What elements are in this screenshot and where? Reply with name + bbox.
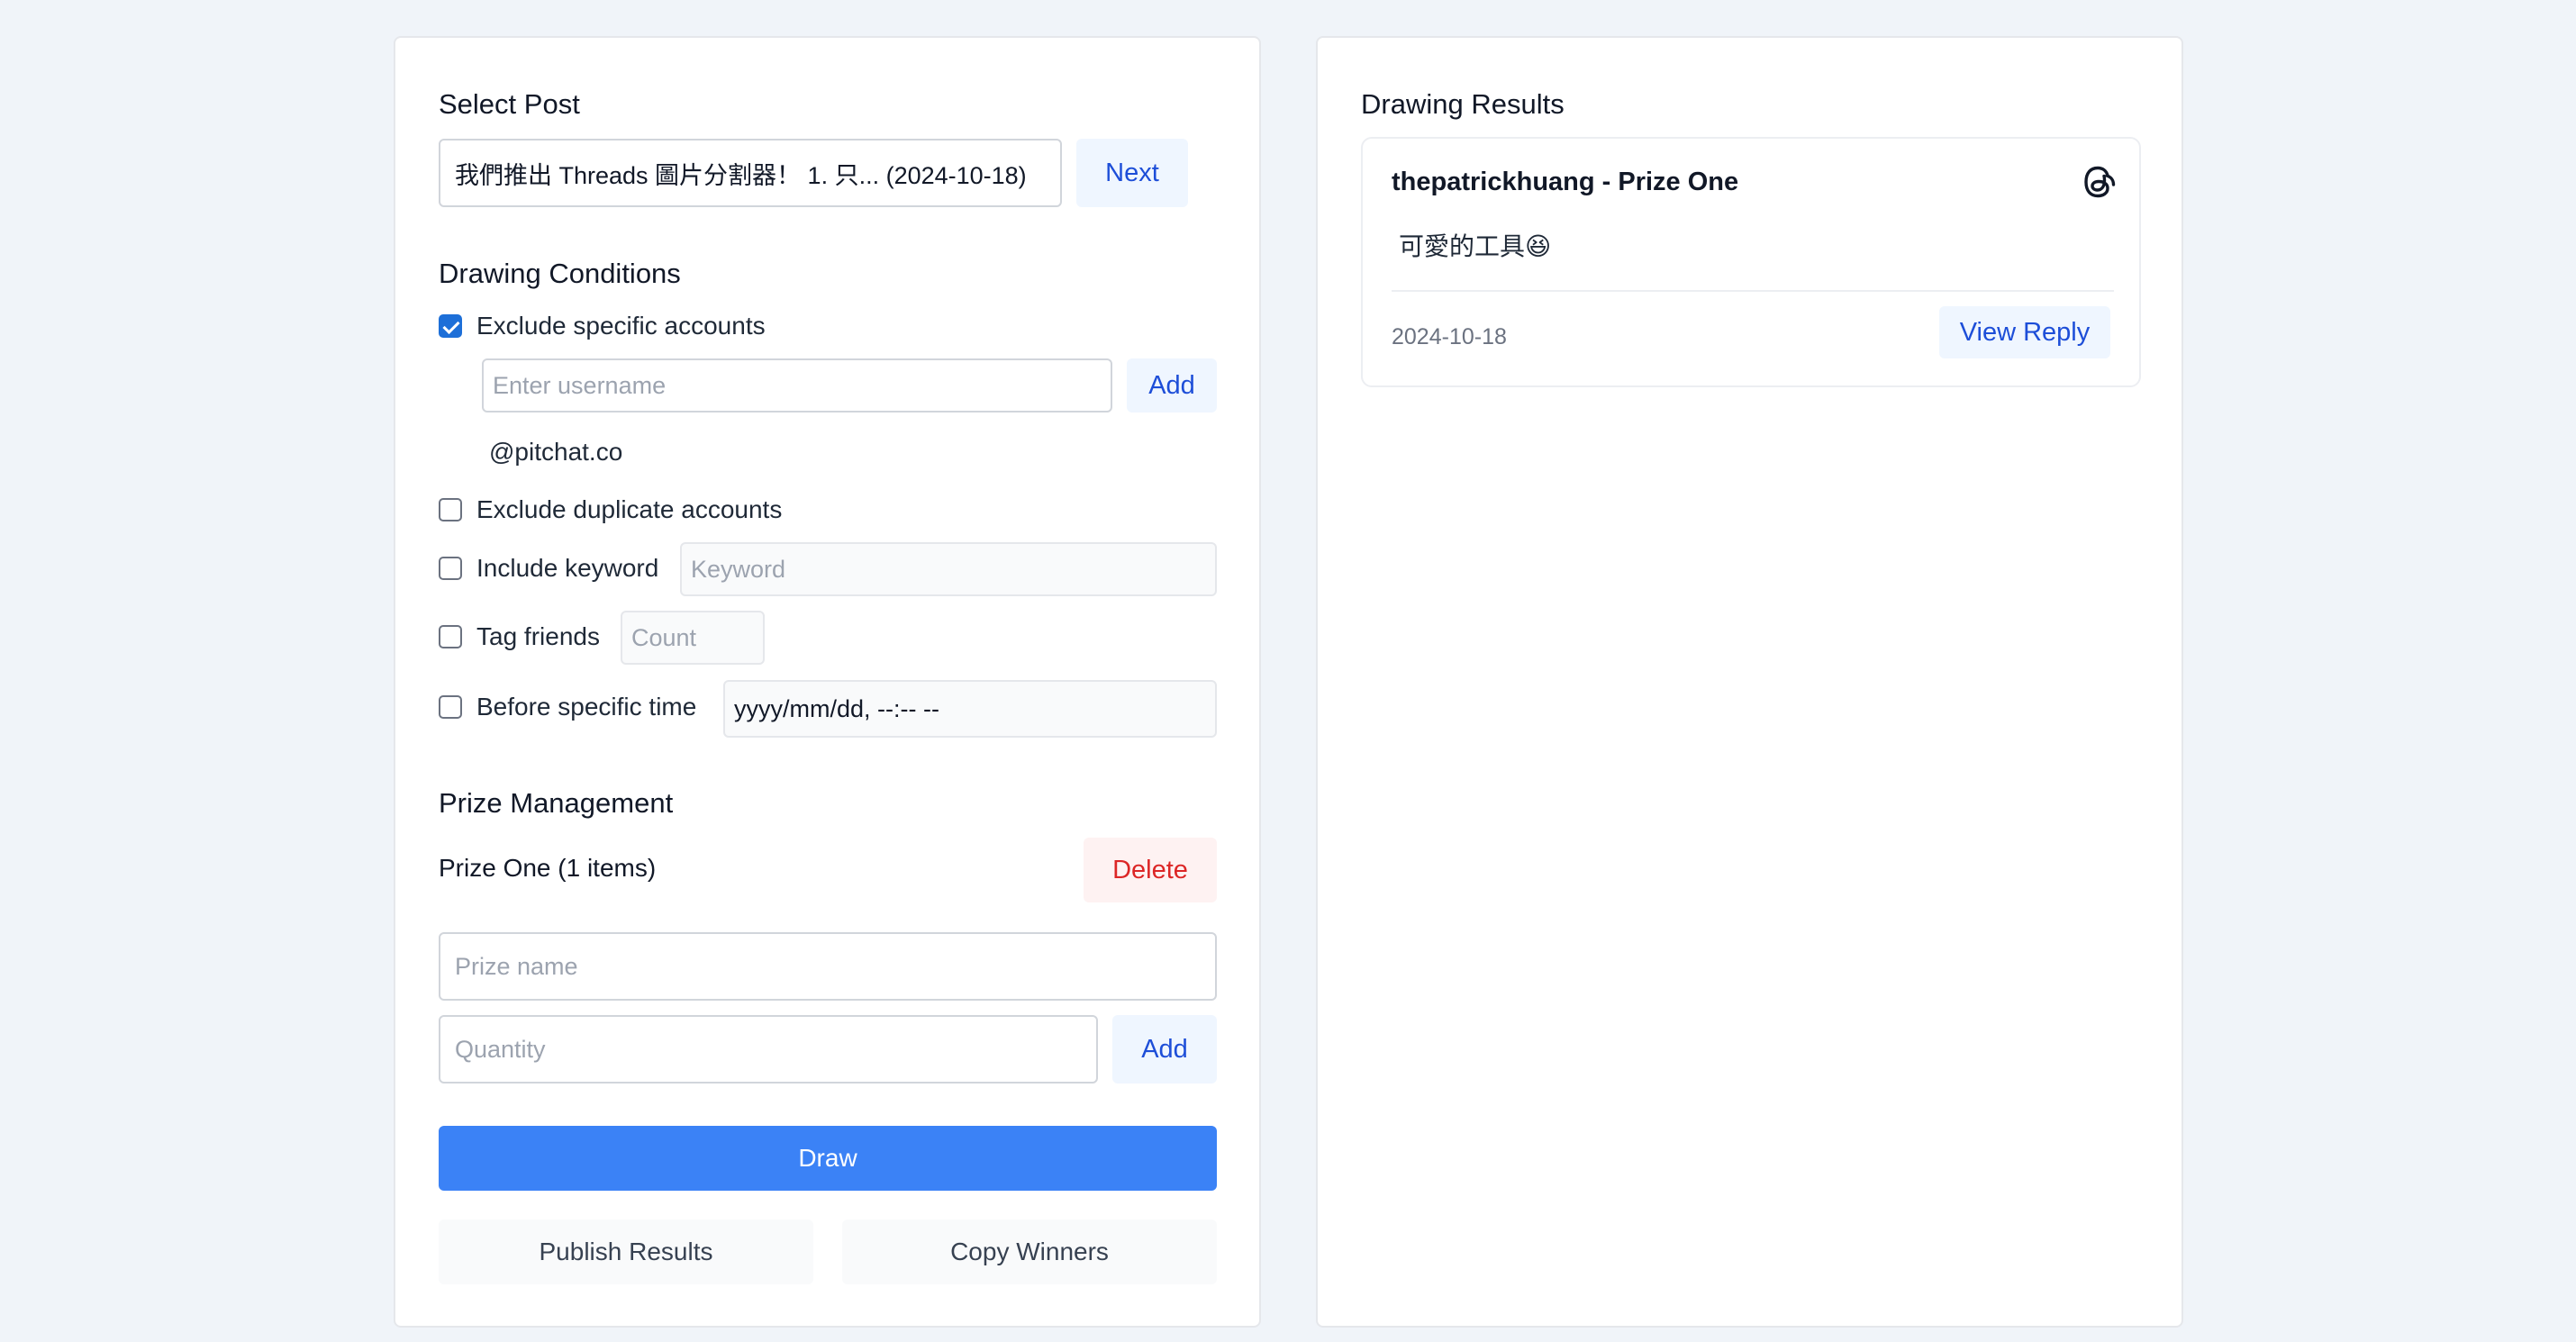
excluded-account-item: @pitchat.co <box>489 438 623 466</box>
quantity-input[interactable] <box>439 1015 1098 1084</box>
add-prize-button[interactable]: Add <box>1112 1015 1217 1084</box>
winner-card: thepatrickhuang - Prize One 可愛的工具😆 2024-… <box>1361 137 2141 387</box>
threads-icon[interactable] <box>2080 160 2119 204</box>
draw-button[interactable]: Draw <box>439 1126 1217 1191</box>
drawing-results-heading: Drawing Results <box>1361 88 1565 120</box>
drawing-conditions-heading: Drawing Conditions <box>439 258 681 289</box>
prize-management-heading: Prize Management <box>439 787 674 819</box>
select-post-heading: Select Post <box>439 88 580 120</box>
delete-prize-button[interactable]: Delete <box>1084 838 1217 902</box>
post-select[interactable] <box>439 139 1062 207</box>
tag-friends-checkbox[interactable] <box>439 625 462 648</box>
include-keyword-checkbox[interactable] <box>439 557 462 580</box>
exclude-duplicate-label: Exclude duplicate accounts <box>476 495 783 523</box>
username-input[interactable] <box>482 358 1112 413</box>
copy-winners-button[interactable]: Copy Winners <box>842 1220 1217 1284</box>
exclude-specific-checkbox[interactable] <box>439 314 462 338</box>
exclude-duplicate-checkbox[interactable] <box>439 498 462 521</box>
prize-name-input[interactable] <box>439 932 1217 1001</box>
drawing-results-panel: Drawing Results thepatrickhuang - Prize … <box>1316 36 2183 1328</box>
before-time-checkbox[interactable] <box>439 695 462 719</box>
prize-item-label: Prize One (1 items) <box>439 854 657 882</box>
next-button[interactable]: Next <box>1076 139 1188 207</box>
keyword-input[interactable] <box>680 542 1217 596</box>
tag-count-input[interactable] <box>621 611 765 665</box>
publish-results-button[interactable]: Publish Results <box>439 1220 813 1284</box>
before-time-label: Before specific time <box>476 693 697 721</box>
drawing-settings-panel: Select Post Next Drawing Conditions Excl… <box>394 36 1261 1328</box>
datetime-input[interactable] <box>723 680 1217 738</box>
exclude-specific-label: Exclude specific accounts <box>476 312 766 340</box>
include-keyword-label: Include keyword <box>476 554 659 582</box>
winner-title: thepatrickhuang - Prize One <box>1392 168 1739 196</box>
add-username-button[interactable]: Add <box>1127 358 1217 413</box>
tag-friends-label: Tag friends <box>476 622 600 650</box>
view-reply-button[interactable]: View Reply <box>1939 306 2110 358</box>
winner-reply-text: 可愛的工具😆 <box>1399 232 1552 260</box>
winner-date: 2024-10-18 <box>1392 324 1507 349</box>
card-divider <box>1392 290 2114 292</box>
